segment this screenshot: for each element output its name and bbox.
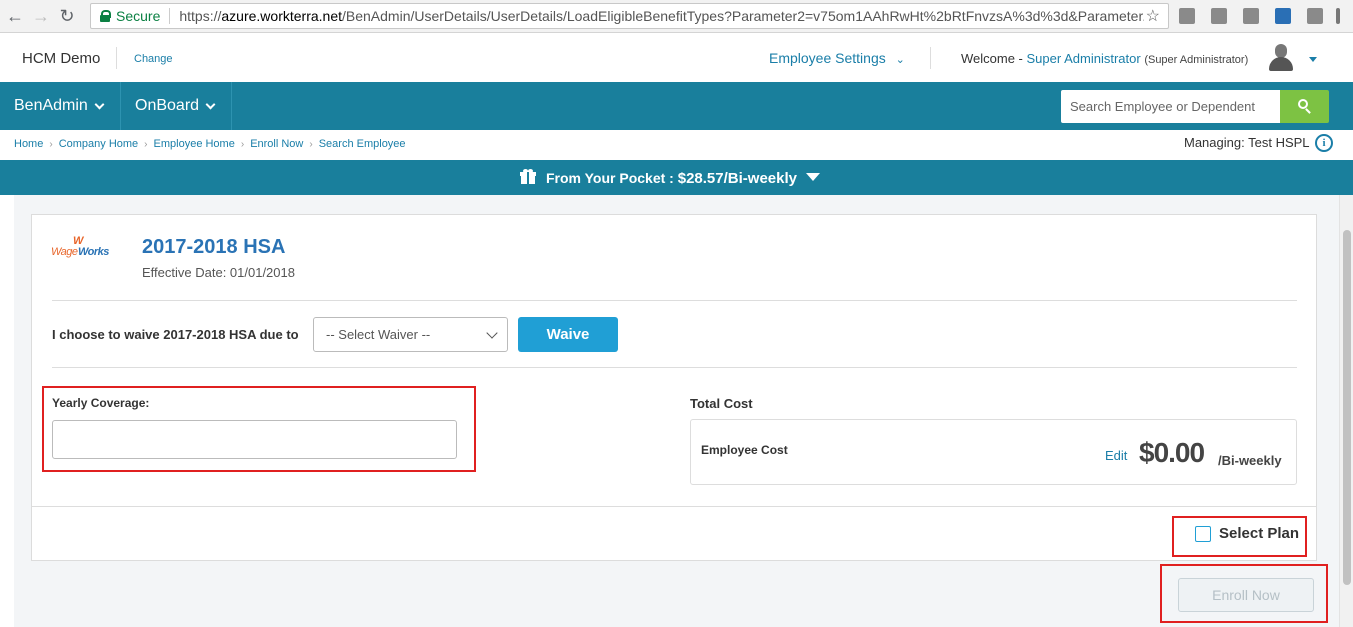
waive-text: I choose to waive 2017-2018 HSA due to	[52, 327, 299, 342]
secure-label: Secure	[116, 8, 161, 24]
nav-divider	[120, 82, 121, 130]
pdf-extension-icon[interactable]	[1243, 8, 1259, 24]
breadcrumb-home[interactable]: Home	[14, 138, 43, 150]
user-name-link[interactable]: Super Administrator	[1027, 51, 1141, 66]
nav-benadmin[interactable]: BenAdmin	[14, 82, 105, 130]
nav-onboard[interactable]: OnBoard	[135, 82, 216, 130]
url-scheme: https://	[179, 8, 222, 24]
pocket-label-text: From Your Pocket :	[546, 170, 674, 186]
url-host: azure.workterra.net	[221, 8, 342, 24]
chevron-down-icon	[94, 99, 105, 109]
waive-button[interactable]: Waive	[518, 317, 618, 352]
highlight-box-enroll-now	[1160, 564, 1328, 623]
url-path: /BenAdmin/UserDetails/UserDetails/LoadEl…	[342, 8, 1145, 24]
chevron-down-icon: ⌄	[895, 54, 905, 66]
employee-cost-label: Employee Cost	[701, 443, 788, 457]
back-icon[interactable]: ←	[4, 5, 26, 27]
search-employee-input[interactable]	[1061, 90, 1280, 123]
wageworks-logo: W Wage Works	[51, 235, 109, 258]
nav-benadmin-label: BenAdmin	[14, 97, 88, 114]
chevron-right-icon: ›	[144, 138, 148, 150]
skype-extension-icon[interactable]	[1275, 8, 1291, 24]
waiver-select-value: -- Select Waiver --	[326, 327, 431, 342]
employee-cost-box: Employee Cost Edit $0.00 /Bi-weekly	[690, 419, 1297, 485]
divider	[52, 300, 1297, 301]
camera-extension-icon[interactable]	[1307, 8, 1323, 24]
highlight-box-yearly-coverage	[42, 386, 476, 472]
divider	[52, 367, 1297, 368]
pocket-amount: $28.57/Bi-weekly	[677, 170, 797, 187]
waiver-select[interactable]: -- Select Waiver --	[313, 317, 508, 352]
divider	[32, 506, 1316, 507]
managing-label: Managing:	[1184, 135, 1245, 150]
managing-info: Managing: Test HSPL	[1184, 135, 1310, 150]
page-scrollbar[interactable]	[1339, 195, 1353, 627]
url-separator	[169, 8, 171, 24]
app-header: HCM Demo Change Employee Settings ⌄ Welc…	[0, 33, 1353, 82]
plan-title: 2017-2018 HSA	[142, 236, 286, 258]
employee-settings-label: Employee Settings	[769, 50, 886, 66]
chevron-right-icon: ›	[240, 138, 245, 150]
employee-cost-amount: $0.00	[1139, 437, 1205, 468]
star-icon[interactable]: ☆	[1146, 6, 1160, 26]
highlight-box-select-plan	[1172, 516, 1307, 557]
chevron-down-icon	[205, 99, 216, 109]
welcome-prefix: Welcome -	[961, 51, 1023, 66]
total-cost-label: Total Cost	[690, 396, 753, 411]
info-icon[interactable]: i	[1315, 134, 1333, 152]
lock-icon	[100, 10, 111, 22]
breadcrumb-employee-home[interactable]: Employee Home	[154, 138, 235, 150]
effective-date: Effective Date: 01/01/2018	[142, 265, 295, 280]
caret-down-icon[interactable]	[806, 173, 820, 181]
breadcrumb: Home › Company Home › Employee Home › Enrol…	[14, 138, 406, 150]
managing-value: Test HSPL	[1248, 135, 1310, 150]
welcome-text: Welcome - Super Administrator (Super Adm…	[961, 51, 1248, 66]
breadcrumb-search-employee[interactable]: Search Employee	[319, 138, 406, 150]
menu-icon[interactable]	[1336, 8, 1340, 24]
reload-icon[interactable]: ↻	[56, 5, 78, 27]
chevron-down-icon	[486, 327, 498, 339]
header-divider	[116, 47, 117, 69]
caret-down-icon[interactable]	[1309, 57, 1317, 62]
gift-icon	[520, 169, 536, 184]
company-name: HCM Demo	[22, 50, 101, 67]
url-text[interactable]: https://azure.workterra.net/BenAdmin/Use…	[179, 8, 1144, 24]
chevron-right-icon: ›	[309, 138, 313, 150]
edit-cost-link[interactable]: Edit	[1105, 448, 1127, 463]
main-navbar: BenAdmin OnBoard	[0, 82, 1353, 130]
extension-icon[interactable]	[1211, 8, 1227, 24]
avatar[interactable]	[1266, 42, 1296, 72]
forward-icon[interactable]: →	[30, 5, 52, 27]
employee-cost-period: /Bi-weekly	[1218, 453, 1282, 468]
search-button[interactable]	[1280, 90, 1329, 123]
browser-toolbar: ← → ↻ Secure https://azure.workterra.net…	[0, 0, 1353, 33]
change-company-link[interactable]: Change	[134, 53, 173, 65]
scrollbar-thumb[interactable]	[1343, 230, 1351, 585]
breadcrumb-company-home[interactable]: Company Home	[59, 138, 138, 150]
user-role: (Super Administrator)	[1144, 54, 1249, 66]
chevron-right-icon: ›	[49, 138, 53, 150]
address-bar[interactable]: Secure https://azure.workterra.net/BenAd…	[90, 3, 1169, 29]
nav-onboard-label: OnBoard	[135, 97, 200, 114]
employee-settings-menu[interactable]: Employee Settings ⌄	[769, 50, 905, 66]
header-divider	[930, 47, 931, 69]
pocket-label: From Your Pocket : $28.57/Bi-weekly	[546, 170, 797, 187]
breadcrumb-enroll-now[interactable]: Enroll Now	[250, 138, 303, 150]
pocket-summary-bar[interactable]: From Your Pocket : $28.57/Bi-weekly	[0, 160, 1353, 195]
nav-divider	[231, 82, 232, 130]
extension-icon[interactable]	[1179, 8, 1195, 24]
